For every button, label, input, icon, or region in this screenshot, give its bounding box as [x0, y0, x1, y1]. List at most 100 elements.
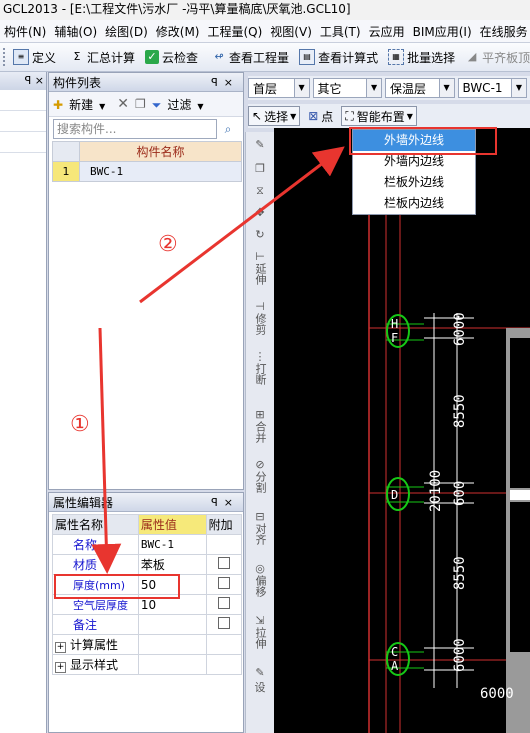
batch-select-button[interactable]: ▦ 批量选择: [383, 46, 460, 68]
copy-icon[interactable]: ❐: [135, 97, 146, 111]
cloud-check-icon: ✓: [145, 50, 160, 64]
view-quantity-button[interactable]: ↫ 查看工程量: [207, 46, 294, 68]
menu-item-parapet-outer[interactable]: 栏板外边线: [353, 172, 475, 193]
pin-close-icon[interactable]: ꟼ ×: [25, 74, 44, 87]
split-label: 分割: [254, 471, 267, 493]
search-icon[interactable]: ⌕: [217, 119, 239, 139]
break-tool[interactable]: ⋮ 打断: [246, 350, 274, 408]
menu-online[interactable]: 在线服务: [476, 23, 530, 40]
split-tool[interactable]: ⊘ 分割: [246, 458, 274, 510]
extra-checkbox[interactable]: [217, 617, 230, 629]
level-board-button[interactable]: ◢ 平齐板顶: [460, 46, 530, 68]
extend-tool[interactable]: ⊢ 延伸: [246, 246, 274, 300]
menu-draw[interactable]: 绘图(D): [101, 23, 152, 40]
table-row[interactable]: + 计算属性: [52, 634, 243, 655]
prop-material-field[interactable]: 苯板: [137, 554, 207, 575]
filter-label: 过滤: [167, 97, 192, 112]
group-extra-cell: [205, 634, 243, 655]
new-button[interactable]: ✚ 新建 ▼: [53, 96, 111, 113]
menu-view[interactable]: 视图(V): [266, 23, 316, 40]
menu-component[interactable]: 构件(N): [0, 23, 50, 40]
type-select-value: 保温层: [390, 81, 427, 96]
property-editor-title: 属性编辑器: [53, 495, 114, 510]
group-value-cell: [137, 634, 207, 655]
search-input[interactable]: 搜索构件...: [53, 119, 217, 139]
smart-layout-button[interactable]: ⛶ 智能布置 ▼: [341, 106, 417, 126]
break-label: 打断: [254, 363, 267, 385]
point-button[interactable]: ⊠ 点: [304, 106, 337, 126]
view-quantity-icon: ↫: [214, 50, 224, 63]
component-table: 构件名称 1 BWC-1: [52, 141, 242, 182]
view-formula-icon: ▤: [299, 49, 316, 65]
new-label: 新建: [69, 97, 94, 112]
extra-checkbox[interactable]: [217, 557, 230, 569]
select-button[interactable]: ↖ 选择 ▼: [248, 106, 301, 126]
type-select[interactable]: 保温层 ▼: [385, 78, 455, 98]
filter-button[interactable]: ⏷ 过滤 ▼: [152, 96, 210, 113]
align-tool[interactable]: ⊟ 对齐: [246, 510, 274, 562]
component-select[interactable]: BWC-1 ▼: [457, 78, 527, 98]
group-display-style[interactable]: + 显示样式: [52, 654, 139, 675]
extra-checkbox[interactable]: [217, 597, 230, 609]
trim-tool[interactable]: ⊣ 修剪: [246, 300, 274, 350]
merge-tool[interactable]: ⊞ 合并: [246, 408, 274, 458]
extra-checkbox[interactable]: [217, 577, 230, 589]
group-calc-label: 计算属性: [70, 638, 119, 652]
row-index: 1: [52, 161, 80, 182]
cloud-check-button[interactable]: ✓ 云检查: [140, 46, 203, 68]
component-list-header: 构件列表 ꟼ×: [49, 73, 243, 92]
merge-icon: ⊞: [255, 408, 265, 421]
table-row[interactable]: 名称 BWC-1: [52, 534, 243, 555]
navigator-row[interactable]: [0, 132, 46, 153]
batch-select-label: 批量选择: [407, 50, 456, 65]
mirror-icon[interactable]: ⧖: [246, 180, 274, 202]
row-name[interactable]: BWC-1: [79, 161, 242, 182]
delete-icon[interactable]: ✕: [117, 96, 129, 112]
table-row[interactable]: + 显示样式: [52, 654, 243, 675]
offset-tool[interactable]: ◎ 偏移: [246, 562, 274, 614]
view-formula-button[interactable]: ▤ 查看计算式: [294, 46, 383, 68]
rotate-icon[interactable]: ↻: [246, 224, 274, 246]
extend-label: 延伸: [254, 263, 267, 285]
copy-shape-icon[interactable]: ❐: [246, 158, 274, 180]
merge-label: 合并: [254, 421, 267, 443]
panel-controls-icon[interactable]: ꟼ×: [211, 496, 239, 509]
menu-cloud[interactable]: 云应用: [365, 23, 409, 40]
move-icon[interactable]: ✥: [246, 202, 274, 224]
chevron-down-icon: ▼: [511, 79, 526, 97]
vertical-edit-toolbar: ✎ ❐ ⧖ ✥ ↻ ⊢ 延伸 ⊣ 修剪 ⋮ 打断 ⊞ 合并 ⊘ 分割 ⊟ 对齐 ◎ 偏移 ⇲ 拉…: [245, 132, 275, 733]
table-row[interactable]: 材质 苯板: [52, 554, 243, 575]
pen-icon[interactable]: ✎: [246, 132, 274, 158]
navigator-row[interactable]: [0, 90, 46, 111]
column-header-name: 构件名称: [79, 141, 242, 162]
prop-remark-field[interactable]: [137, 614, 207, 635]
highlight-box-thickness: [54, 574, 180, 599]
table-row[interactable]: 备注: [52, 614, 243, 635]
prop-value-field[interactable]: BWC-1: [137, 534, 207, 555]
group-calc-props[interactable]: + 计算属性: [52, 634, 139, 655]
settings-tool[interactable]: ✎ 设: [246, 666, 274, 696]
navigator-row[interactable]: [0, 111, 46, 132]
drawing-canvas[interactable]: H F D C A 6000 8550 600 8550 6000 20100 …: [274, 128, 530, 733]
extend-icon: ⊢: [255, 250, 265, 263]
prop-material-label: 材质: [52, 554, 139, 575]
table-row[interactable]: 1 BWC-1: [52, 161, 242, 182]
menu-modify[interactable]: 修改(M): [152, 23, 204, 40]
menu-aux-axis[interactable]: 辅轴(O): [50, 23, 101, 40]
prop-extra-cell: [205, 614, 243, 635]
align-icon: ⊟: [255, 510, 265, 523]
prop-extra-cell: [205, 534, 243, 555]
menu-bim[interactable]: BIM应用(I): [409, 23, 476, 40]
menu-tools[interactable]: 工具(T): [316, 23, 365, 40]
stretch-tool[interactable]: ⇲ 拉伸: [246, 614, 274, 666]
axis-label-c: C: [391, 645, 398, 659]
define-button[interactable]: ≡ 定义: [8, 46, 61, 68]
menu-quantity[interactable]: 工程量(Q): [203, 23, 266, 40]
menu-item-parapet-inner[interactable]: 栏板内边线: [353, 193, 475, 214]
floor-select[interactable]: 首层 ▼: [248, 78, 310, 98]
menu-bar: 构件(N) 辅轴(O) 绘图(D) 修改(M) 工程量(Q) 视图(V) 工具(…: [0, 20, 530, 43]
select-label: 选择: [264, 109, 289, 124]
category-select[interactable]: 其它 ▼: [312, 78, 383, 98]
panel-controls-icon[interactable]: ꟼ×: [211, 76, 239, 89]
sum-calc-button[interactable]: Σ 汇总计算: [65, 46, 140, 68]
